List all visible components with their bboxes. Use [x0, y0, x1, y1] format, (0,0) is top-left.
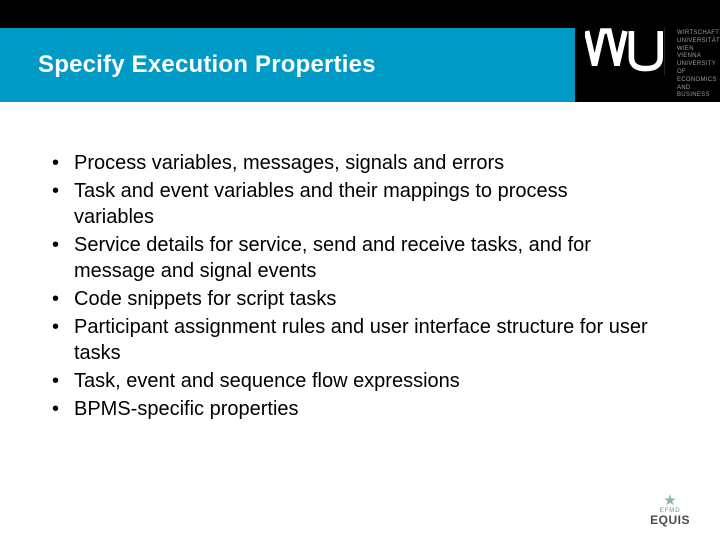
slide-content: Process variables, messages, signals and…: [0, 102, 720, 422]
list-item: Code snippets for script tasks: [46, 286, 650, 312]
slide-title: Specify Execution Properties: [0, 51, 376, 79]
logo-line: AND BUSINESS: [677, 85, 716, 101]
equis-star-icon: [663, 493, 677, 507]
logo-line: WIRTSCHAFTS: [677, 30, 716, 38]
equis-text: EQUIS: [650, 514, 690, 526]
list-item: BPMS-specific properties: [46, 396, 650, 422]
logo-line: ECONOMICS: [677, 77, 716, 85]
list-item: Process variables, messages, signals and…: [46, 150, 650, 176]
wu-logo: WIRTSCHAFTS UNIVERSITÄT WIEN VIENNA UNIV…: [575, 0, 720, 102]
wu-logo-mark: [575, 0, 675, 102]
wu-logo-text: WIRTSCHAFTS UNIVERSITÄT WIEN VIENNA UNIV…: [675, 0, 720, 102]
list-item: Participant assignment rules and user in…: [46, 314, 650, 366]
bullet-list: Process variables, messages, signals and…: [46, 150, 650, 422]
logo-line: UNIVERSITY OF: [677, 61, 716, 77]
wu-logo-icon: [585, 26, 665, 76]
list-item: Task, event and sequence flow expression…: [46, 368, 650, 394]
logo-line: WIEN VIENNA: [677, 46, 716, 62]
logo-line: UNIVERSITÄT: [677, 38, 716, 46]
equis-logo: EFMD EQUIS: [650, 493, 690, 526]
list-item: Task and event variables and their mappi…: [46, 178, 650, 230]
list-item: Service details for service, send and re…: [46, 232, 650, 284]
